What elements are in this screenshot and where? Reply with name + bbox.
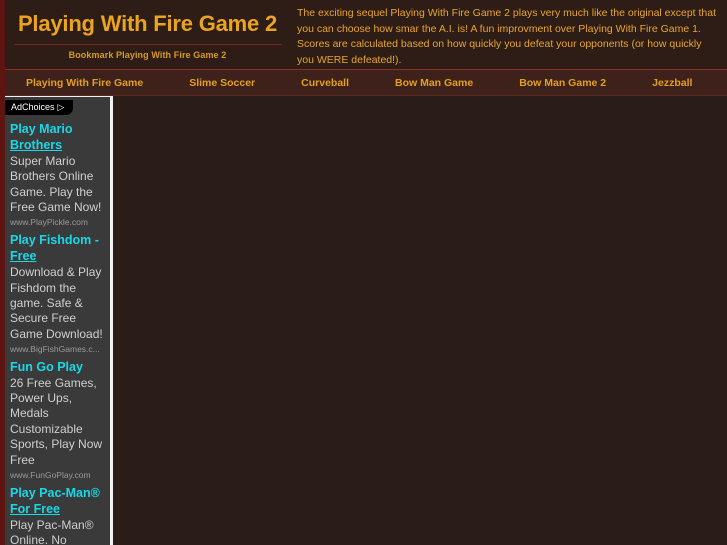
ad-description: Download & Play Fishdom the game. Safe &… (10, 265, 103, 341)
ad-sidebar: AdChoices ▷ Play Mario Brothers Super Ma… (5, 96, 113, 545)
nav-item-curveball[interactable]: Curveball (301, 77, 349, 89)
ad-item: Fun Go Play 26 Free Games, Power Ups, Me… (10, 359, 106, 482)
nav-item-bow-man-game[interactable]: Bow Man Game (395, 77, 473, 89)
game-content-area (116, 96, 727, 545)
ad-description: Super Mario Brothers Online Game. Play t… (10, 154, 102, 215)
ad-display-url[interactable]: www.PlayPickle.com (10, 216, 106, 229)
ad-title-link[interactable]: Play Mario Brothers (10, 121, 106, 153)
adchoices-badge[interactable]: AdChoices ▷ (5, 100, 74, 115)
site-header: Playing With Fire Game 2 Bookmark Playin… (0, 0, 727, 69)
ad-display-url[interactable]: www.FunGoPlay.com (10, 469, 106, 482)
ad-item: Play Fishdom - Free Download & Play Fish… (10, 232, 106, 356)
ad-title-link[interactable]: Play Pac-Man® For Free (10, 485, 106, 517)
ad-title-head: Play Fishdom - (10, 233, 99, 248)
ad-description: Play Pac-Man® Online. No (10, 517, 94, 545)
ad-display-url[interactable]: www.BigFishGames.c... (10, 343, 106, 356)
ad-title-head: Fun Go Play (10, 359, 83, 374)
nav-item-playing-with-fire-game[interactable]: Playing With Fire Game (26, 77, 143, 89)
bookmark-prompt: Bookmark Playing With Fire Game 2 (68, 50, 227, 60)
ad-title-tail: For Free (10, 501, 61, 516)
ad-item: Play Pac-Man® For Free Play Pac-Man® Onl… (10, 485, 106, 545)
ad-description: 26 Free Games, Power Ups, Medals Customi… (10, 375, 103, 467)
ad-item: Play Mario Brothers Super Mario Brothers… (10, 121, 106, 229)
ad-list: Play Mario Brothers Super Mario Brothers… (5, 115, 110, 545)
page-root: Playing With Fire Game 2 Bookmark Playin… (0, 0, 727, 545)
ad-title-link[interactable]: Play Fishdom - Free (10, 232, 106, 264)
adchoices-arrow-icon: ▷ (57, 101, 65, 112)
left-edge-strip (0, 0, 5, 545)
nav-item-slime-soccer[interactable]: Slime Soccer (189, 77, 255, 89)
header-branding: Playing With Fire Game 2 Bookmark Playin… (0, 0, 290, 69)
nav-item-bow-man-game-2[interactable]: Bow Man Game 2 (519, 77, 606, 89)
adchoices-label: AdChoices (11, 102, 55, 112)
main-navigation: Playing With Fire Game Slime Soccer Curv… (0, 70, 727, 95)
page-title: Playing With Fire Game 2 (17, 11, 278, 36)
ad-title-link[interactable]: Fun Go Play (10, 359, 106, 375)
game-description-text: The exciting sequel Playing With Fire Ga… (297, 7, 717, 66)
ad-title-head: Play Pac-Man® (10, 485, 100, 500)
ad-title-tail: Free (10, 249, 37, 264)
nav-item-jezzball[interactable]: Jezzball (652, 77, 692, 89)
game-description: The exciting sequel Playing With Fire Ga… (290, 0, 727, 68)
ad-title-tail: Brothers (10, 138, 63, 152)
ad-title-head: Play Mario (10, 122, 73, 136)
